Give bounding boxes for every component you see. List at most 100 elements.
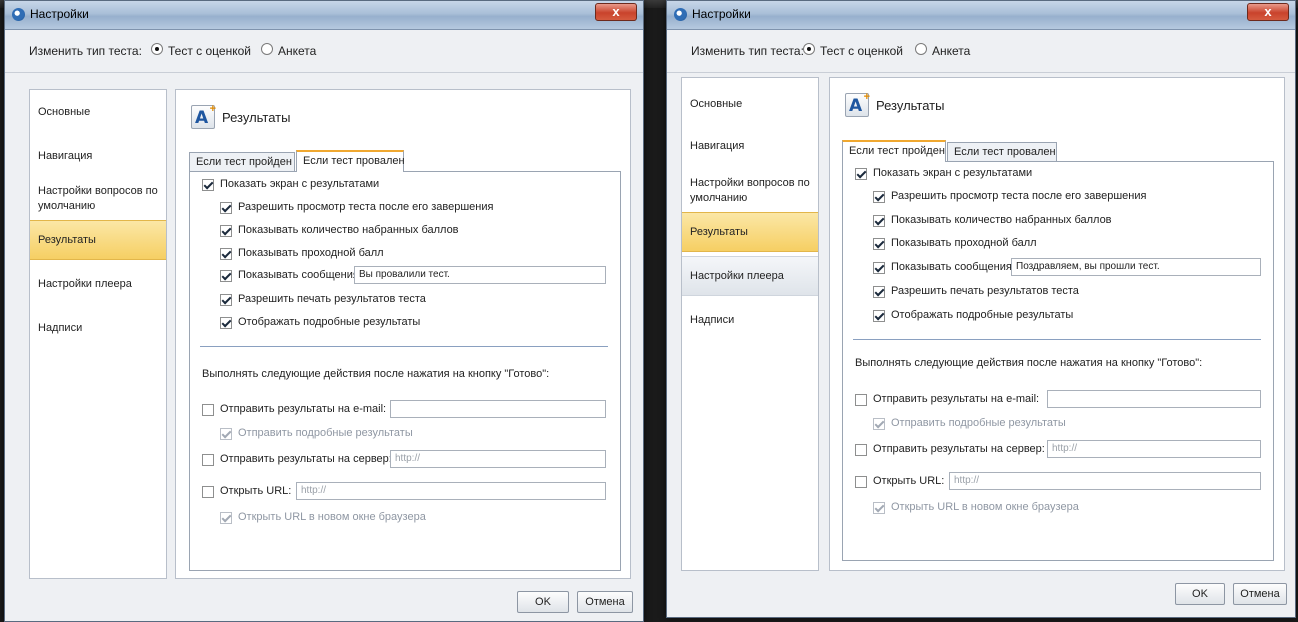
show-results-checkbox[interactable] bbox=[855, 168, 867, 180]
show-passing-score-label[interactable]: Показывать проходной балл bbox=[238, 247, 384, 259]
show-messages-label[interactable]: Показывать сообщения bbox=[891, 261, 1012, 273]
show-passing-score-checkbox[interactable] bbox=[220, 248, 232, 260]
sidebar-item-results[interactable]: Результаты bbox=[30, 220, 166, 260]
title-bar[interactable]: Настройки x bbox=[667, 1, 1295, 30]
test-type-row: Изменить тип теста: Тест с оценкой Анкет… bbox=[667, 30, 1295, 73]
close-button[interactable]: x bbox=[1247, 3, 1289, 21]
sidebar-item-basic[interactable]: Основные bbox=[682, 94, 818, 114]
send-detailed-email-label[interactable]: Отправить подробные результаты bbox=[238, 427, 413, 439]
open-url-checkbox[interactable] bbox=[855, 476, 867, 488]
ok-button[interactable]: OK bbox=[517, 591, 569, 613]
send-detailed-email-checkbox[interactable] bbox=[873, 418, 885, 430]
results-icon: A + bbox=[191, 103, 216, 129]
send-email-checkbox[interactable] bbox=[202, 404, 214, 416]
actions-label: Выполнять следующие действия после нажат… bbox=[202, 368, 550, 380]
allow-print-label[interactable]: Разрешить печать результатов теста bbox=[891, 285, 1079, 297]
open-url-field[interactable]: http:// bbox=[949, 472, 1261, 490]
message-field[interactable]: Поздравляем, вы прошли тест. bbox=[1011, 258, 1261, 276]
cancel-button[interactable]: Отмена bbox=[577, 591, 633, 613]
send-detailed-email-label[interactable]: Отправить подробные результаты bbox=[891, 417, 1066, 429]
sidebar-item-captions[interactable]: Надписи bbox=[682, 310, 818, 330]
allow-print-label[interactable]: Разрешить печать результатов теста bbox=[238, 293, 426, 305]
email-field[interactable] bbox=[390, 400, 606, 418]
open-url-field[interactable]: http:// bbox=[296, 482, 606, 500]
sidebar-item-player-settings[interactable]: Настройки плеера bbox=[682, 256, 818, 296]
show-messages-checkbox[interactable] bbox=[873, 262, 885, 274]
cancel-button[interactable]: Отмена bbox=[1233, 583, 1287, 605]
sidebar-item-question-defaults[interactable]: Настройки вопросов по умолчанию bbox=[682, 174, 818, 208]
allow-print-checkbox[interactable] bbox=[873, 286, 885, 298]
show-messages-label[interactable]: Показывать сообщения bbox=[238, 269, 359, 281]
allow-review-label[interactable]: Разрешить просмотр теста после его завер… bbox=[891, 190, 1146, 202]
results-panel: A + Результаты Если тест пройден Если тес… bbox=[175, 89, 631, 579]
sidebar-item-captions[interactable]: Надписи bbox=[30, 318, 166, 338]
settings-window-right: Настройки x Изменить тип теста: Тест с о… bbox=[666, 0, 1296, 618]
tab-test-passed[interactable]: Если тест пройден bbox=[842, 140, 946, 162]
send-email-label[interactable]: Отправить результаты на e-mail: bbox=[220, 403, 386, 415]
title-bar[interactable]: Настройки x bbox=[5, 1, 643, 30]
sidebar-item-navigation[interactable]: Навигация bbox=[682, 136, 818, 156]
sidebar-item-question-defaults[interactable]: Настройки вопросов по умолчанию bbox=[30, 182, 166, 216]
detailed-results-label[interactable]: Отображать подробные результаты bbox=[238, 316, 420, 328]
show-score-checkbox[interactable] bbox=[220, 225, 232, 237]
sidebar-item-player-settings[interactable]: Настройки плеера bbox=[30, 274, 166, 294]
server-url-field[interactable]: http:// bbox=[390, 450, 606, 468]
open-url-label[interactable]: Открыть URL: bbox=[873, 475, 944, 487]
send-email-checkbox[interactable] bbox=[855, 394, 867, 406]
detailed-results-checkbox[interactable] bbox=[220, 317, 232, 329]
show-results-label[interactable]: Показать экран с результатами bbox=[873, 167, 1032, 179]
url-new-window-label[interactable]: Открыть URL в новом окне браузера bbox=[238, 511, 426, 523]
show-results-label[interactable]: Показать экран с результатами bbox=[220, 178, 379, 190]
window-title: Настройки bbox=[30, 7, 89, 21]
show-passing-score-checkbox[interactable] bbox=[873, 238, 885, 250]
radio-graded-test[interactable] bbox=[803, 43, 815, 55]
radio-graded-test-label[interactable]: Тест с оценкой bbox=[820, 44, 903, 58]
open-url-checkbox[interactable] bbox=[202, 486, 214, 498]
allow-review-checkbox[interactable] bbox=[873, 191, 885, 203]
sidebar-item-results[interactable]: Результаты bbox=[682, 212, 818, 252]
allow-print-checkbox[interactable] bbox=[220, 294, 232, 306]
show-score-label[interactable]: Показывать количество набранных баллов bbox=[238, 224, 459, 236]
send-email-label[interactable]: Отправить результаты на e-mail: bbox=[873, 393, 1039, 405]
radio-survey-label[interactable]: Анкета bbox=[278, 44, 316, 58]
radio-graded-test-label[interactable]: Тест с оценкой bbox=[168, 44, 251, 58]
open-url-label[interactable]: Открыть URL: bbox=[220, 485, 291, 497]
actions-label: Выполнять следующие действия после нажат… bbox=[855, 357, 1203, 369]
ok-button[interactable]: OK bbox=[1175, 583, 1225, 605]
detailed-results-checkbox[interactable] bbox=[873, 310, 885, 322]
results-icon: A + bbox=[845, 91, 870, 117]
tab-test-passed[interactable]: Если тест пройден bbox=[189, 152, 295, 172]
tab-panel: Показать экран с результатами Разрешить … bbox=[842, 161, 1274, 561]
sidebar-item-navigation[interactable]: Навигация bbox=[30, 146, 166, 166]
tab-test-failed[interactable]: Если тест провален bbox=[296, 150, 405, 172]
close-button[interactable]: x bbox=[595, 3, 637, 21]
sidebar-item-basic[interactable]: Основные bbox=[30, 102, 166, 122]
test-type-label: Изменить тип теста: bbox=[691, 44, 804, 58]
show-messages-checkbox[interactable] bbox=[220, 270, 232, 282]
show-passing-score-label[interactable]: Показывать проходной балл bbox=[891, 237, 1037, 249]
send-detailed-email-checkbox[interactable] bbox=[220, 428, 232, 440]
send-server-label[interactable]: Отправить результаты на сервер: bbox=[873, 443, 1045, 455]
radio-survey[interactable] bbox=[261, 43, 273, 55]
show-results-checkbox[interactable] bbox=[202, 179, 214, 191]
send-server-checkbox[interactable] bbox=[855, 444, 867, 456]
show-score-label[interactable]: Показывать количество набранных баллов bbox=[891, 214, 1112, 226]
radio-survey-label[interactable]: Анкета bbox=[932, 44, 970, 58]
server-url-field[interactable]: http:// bbox=[1047, 440, 1261, 458]
window-title: Настройки bbox=[692, 7, 751, 21]
detailed-results-label[interactable]: Отображать подробные результаты bbox=[891, 309, 1073, 321]
section-divider bbox=[200, 346, 608, 347]
allow-review-checkbox[interactable] bbox=[220, 202, 232, 214]
show-score-checkbox[interactable] bbox=[873, 215, 885, 227]
radio-graded-test[interactable] bbox=[151, 43, 163, 55]
email-field[interactable] bbox=[1047, 390, 1261, 408]
send-server-label[interactable]: Отправить результаты на сервер: bbox=[220, 453, 392, 465]
send-server-checkbox[interactable] bbox=[202, 454, 214, 466]
message-field[interactable]: Вы провалили тест. bbox=[354, 266, 606, 284]
url-new-window-checkbox[interactable] bbox=[873, 502, 885, 514]
url-new-window-checkbox[interactable] bbox=[220, 512, 232, 524]
radio-survey[interactable] bbox=[915, 43, 927, 55]
allow-review-label[interactable]: Разрешить просмотр теста после его завер… bbox=[238, 201, 493, 213]
url-new-window-label[interactable]: Открыть URL в новом окне браузера bbox=[891, 501, 1079, 513]
tab-test-failed[interactable]: Если тест провален bbox=[947, 142, 1057, 162]
